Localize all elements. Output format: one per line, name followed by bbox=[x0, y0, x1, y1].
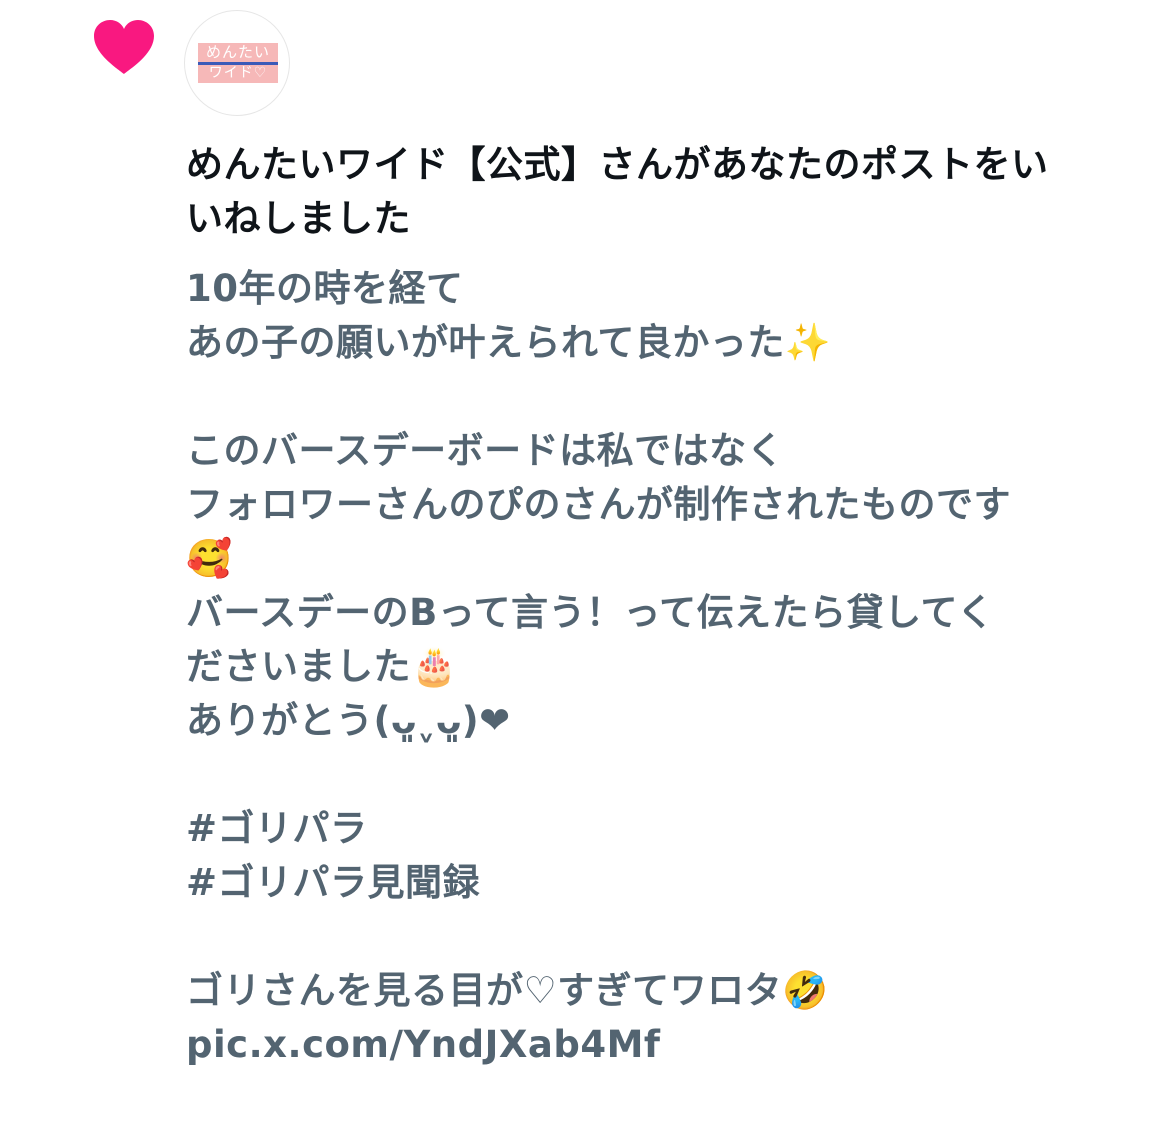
notification-headline[interactable]: めんたいワイド【公式】さんがあなたのポストをい いねしました bbox=[186, 138, 1146, 246]
like-notification[interactable]: めんたい ワイド♡ めんたいワイド【公式】さんがあなたのポストをい いねしました… bbox=[0, 0, 1170, 1134]
hashtag-line[interactable]: #ゴリパラ見聞録 bbox=[186, 856, 1146, 910]
headline-line-2: いねしました bbox=[186, 197, 411, 240]
post-text[interactable]: 10年の時を経て あの子の願いが叶えられて良かった✨ このバースデーボードは私で… bbox=[186, 262, 1146, 1072]
heart-shape bbox=[94, 20, 154, 74]
avatar-logo-line2: ワイド♡ bbox=[208, 65, 268, 81]
post-line: ありがとう(ᴗ͈ˬᴗ͈)❤ bbox=[186, 699, 511, 742]
post-line: フォロワーさんのぴのさんが制作されたものです bbox=[186, 483, 1011, 526]
headline-line-1: めんたいワイド【公式】さんがあなたのポストをい bbox=[186, 143, 1049, 186]
avatar[interactable]: めんたい ワイド♡ bbox=[184, 10, 290, 116]
post-line: このバースデーボードは私ではなく bbox=[186, 429, 785, 472]
avatar-logo: めんたい ワイド♡ bbox=[198, 43, 278, 83]
avatar-logo-line1: めんたい bbox=[205, 43, 270, 61]
post-line: 10年の時を経て bbox=[186, 267, 464, 310]
post-line: ださいました🎂 bbox=[186, 645, 458, 688]
post-line: バースデーのBって言う！って伝えたら貸してく bbox=[186, 591, 995, 634]
post-line: あの子の願いが叶えられて良かった✨ bbox=[186, 321, 832, 364]
hashtag-line[interactable]: #ゴリパラ bbox=[186, 802, 1146, 856]
post-line: ゴリさんを見る目が♡すぎてワロタ🤣 bbox=[186, 969, 829, 1012]
heart-icon bbox=[94, 20, 154, 74]
media-link[interactable]: pic.x.com/YndJXab4Mf bbox=[186, 1023, 661, 1066]
post-emoji-line: 🥰 bbox=[186, 537, 233, 580]
